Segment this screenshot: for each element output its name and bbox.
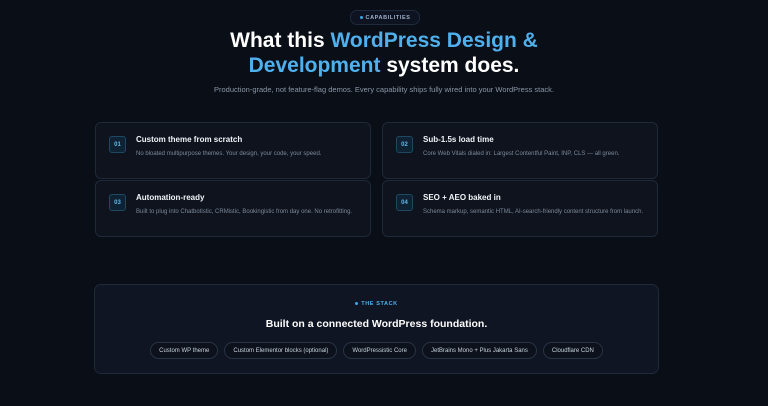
stack-eyebrow: THE STACK [95,301,658,307]
capability-card: 04 SEO + AEO baked in Schema markup, sem… [382,180,658,237]
page-title: What this WordPress Design & Development… [0,28,768,78]
stack-chip-list: Custom WP theme Custom Elementor blocks … [95,342,658,359]
capability-description: Core Web Vitals dialed in: Largest Conte… [423,151,620,157]
title-accent2: Development [248,54,381,77]
title-part2: system does. [380,54,520,77]
capability-number-badge: 02 [396,136,413,153]
capability-number-badge: 04 [396,194,413,211]
stack-chip: JetBrains Mono + Plus Jakarta Sans [421,342,537,359]
capability-title: SEO + AEO baked in [423,193,501,202]
stack-eyebrow-label: THE STACK [361,301,398,307]
stack-chip: Custom WP theme [150,342,219,359]
title-part1: What this [230,29,331,52]
stack-dot-icon [355,302,359,306]
capability-number-badge: 01 [109,136,126,153]
capability-title: Custom theme from scratch [136,135,243,144]
stack-chip: WordPressistic Core [343,342,416,359]
stack-panel: THE STACK Built on a connected WordPress… [94,284,659,374]
capability-description: Schema markup, semantic HTML, AI-search-… [423,209,644,215]
stack-chip: Custom Elementor blocks (optional) [224,342,338,359]
capability-description: No bloated multipurpose themes. Your des… [136,151,322,157]
page-subtitle: Production-grade, not feature-flag demos… [213,85,555,94]
capability-card: 02 Sub-1.5s load time Core Web Vitals di… [382,122,658,179]
capability-description: Built to plug into Chatbotistic, CRMisti… [136,209,353,215]
eyebrow-label: CAPABILITIES [365,14,411,21]
stack-title: Built on a connected WordPress foundatio… [265,318,488,330]
capability-card: 03 Automation-ready Built to plug into C… [95,180,371,237]
capability-card: 01 Custom theme from scratch No bloated … [95,122,371,179]
capabilities-eyebrow: CAPABILITIES [350,10,420,25]
title-accent1: WordPress Design & [330,29,538,52]
stack-chip: Cloudflare CDN [542,342,603,359]
capability-title: Sub-1.5s load time [423,135,494,144]
capability-title: Automation-ready [136,193,205,202]
capability-number-badge: 03 [109,194,126,211]
eyebrow-dot-icon [359,16,363,19]
